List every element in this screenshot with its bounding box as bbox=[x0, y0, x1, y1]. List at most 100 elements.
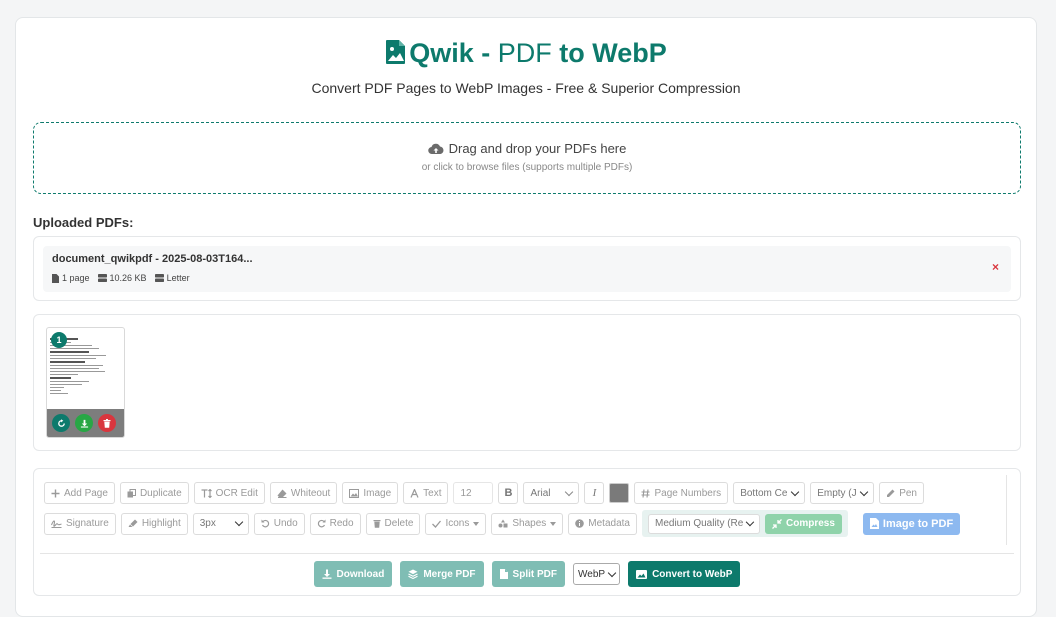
signature-icon bbox=[51, 520, 62, 528]
stroke-width-select[interactable]: 3px bbox=[192, 512, 249, 535]
trash-icon bbox=[103, 418, 111, 428]
shapes-dropdown[interactable]: Shapes bbox=[491, 512, 564, 535]
file-name: document_qwikpdf - 2025-08-03T164... bbox=[52, 253, 253, 265]
merge-pdf-button[interactable]: Merge PDF bbox=[400, 561, 484, 587]
highlighter-icon bbox=[128, 519, 138, 527]
italic-button[interactable]: I bbox=[584, 482, 605, 504]
download-label: Download bbox=[336, 568, 385, 580]
highlight-label: Highlight bbox=[141, 518, 181, 529]
merge-label: Merge PDF bbox=[423, 568, 476, 580]
info-circle-icon bbox=[575, 519, 585, 528]
icons-dropdown[interactable]: Icons bbox=[425, 512, 487, 535]
toolbar-row-2: Signature Highlight 3px Undo Redo Delete bbox=[44, 510, 961, 537]
chevron-down-icon bbox=[790, 487, 800, 496]
number-position-select[interactable]: Bottom Ce bbox=[733, 482, 806, 504]
font-size-input[interactable]: 12 bbox=[453, 482, 494, 504]
chevron-down-icon bbox=[859, 487, 869, 496]
text-button[interactable]: Text bbox=[403, 482, 449, 504]
toolbar-row-1: Add Page Duplicate OCR Edit Whiteout Ima… bbox=[44, 482, 924, 504]
uploaded-heading: Uploaded PDFs: bbox=[33, 215, 134, 230]
toolbar-divider bbox=[40, 553, 1014, 554]
file-icon bbox=[499, 569, 508, 579]
ocr-edit-button[interactable]: OCR Edit bbox=[193, 482, 265, 504]
pdf-dropzone[interactable]: Drag and drop your PDFs here or click to… bbox=[33, 122, 1021, 194]
file-list: document_qwikpdf - 2025-08-03T164... 1 p… bbox=[33, 236, 1021, 301]
title-dash: - bbox=[473, 38, 498, 68]
split-pdf-button[interactable]: Split PDF bbox=[491, 561, 565, 587]
font-select-value: Arial bbox=[530, 487, 551, 499]
page-numbers-button[interactable]: Page Numbers bbox=[634, 482, 729, 504]
image-to-pdf-button[interactable]: Image to PDF bbox=[862, 512, 961, 535]
quality-select[interactable]: Medium Quality (Re bbox=[647, 513, 760, 534]
download-button[interactable]: Download bbox=[313, 561, 393, 587]
delete-label: Delete bbox=[384, 518, 414, 529]
redo-button[interactable]: Redo bbox=[309, 512, 361, 535]
image-to-pdf-label: Image to PDF bbox=[882, 517, 954, 530]
duplicate-button[interactable]: Duplicate bbox=[119, 482, 189, 504]
download-icon bbox=[322, 569, 332, 579]
page-format-text: Letter bbox=[166, 273, 190, 283]
pages-grid: 1 bbox=[33, 314, 1021, 451]
metadata-label: Metadata bbox=[588, 518, 630, 529]
number-format-select[interactable]: Empty (J bbox=[810, 482, 875, 504]
rotate-page-button[interactable] bbox=[52, 414, 70, 432]
bold-button[interactable]: B bbox=[498, 482, 519, 504]
dropzone-subtext: or click to browse files (supports multi… bbox=[421, 162, 633, 173]
remove-file-button[interactable]: × bbox=[992, 260, 999, 274]
page-count: 1 page bbox=[52, 273, 90, 283]
delete-button[interactable]: Delete bbox=[365, 512, 421, 535]
editor-toolbar: Add Page Duplicate OCR Edit Whiteout Ima… bbox=[33, 468, 1021, 596]
file-size: 10.26 KB bbox=[97, 273, 147, 283]
stroke-width-value: 3px bbox=[199, 518, 216, 529]
page-title: Qwik - PDF to WebP bbox=[16, 38, 1036, 69]
redo-label: Redo bbox=[329, 518, 354, 529]
page-numbers-label: Page Numbers bbox=[654, 487, 722, 499]
file-item: document_qwikpdf - 2025-08-03T164... 1 p… bbox=[43, 246, 1011, 292]
shapes-label: Shapes bbox=[512, 518, 547, 529]
metadata-button[interactable]: Metadata bbox=[568, 512, 637, 535]
page-format: Letter bbox=[154, 273, 190, 283]
image-button[interactable]: Image bbox=[342, 482, 399, 504]
number-format-value: Empty (J bbox=[817, 487, 857, 499]
add-page-button[interactable]: Add Page bbox=[44, 482, 115, 504]
undo-button[interactable]: Undo bbox=[253, 512, 305, 535]
shapes-icon bbox=[498, 519, 508, 528]
compress-button[interactable]: Compress bbox=[764, 513, 842, 534]
rotate-icon bbox=[57, 418, 65, 427]
delete-page-button[interactable] bbox=[98, 414, 116, 432]
layer-group-icon bbox=[408, 569, 419, 579]
pen-icon bbox=[887, 489, 895, 497]
chevron-down-icon bbox=[746, 517, 755, 527]
page-thumbnail[interactable]: 1 bbox=[46, 327, 125, 438]
caret-down-icon bbox=[550, 521, 557, 526]
quality-select-value: Medium Quality (Re bbox=[654, 518, 744, 529]
output-format-select[interactable]: WebP bbox=[573, 563, 621, 585]
dropzone-text: Drag and drop your PDFs here bbox=[448, 141, 627, 156]
undo-label: Undo bbox=[273, 518, 298, 529]
compress-group: Medium Quality (Re Compress bbox=[641, 510, 848, 537]
icons-label: Icons bbox=[445, 518, 470, 529]
pen-button[interactable]: Pen bbox=[879, 482, 924, 504]
page-number-badge: 1 bbox=[51, 332, 67, 348]
copy-icon bbox=[127, 488, 136, 497]
dropzone-main: Drag and drop your PDFs here bbox=[34, 141, 1020, 156]
font-select[interactable]: Arial bbox=[523, 482, 580, 504]
split-label: Split PDF bbox=[512, 568, 557, 580]
signature-button[interactable]: Signature bbox=[44, 512, 116, 535]
image-label: Image bbox=[363, 487, 392, 499]
whiteout-button[interactable]: Whiteout bbox=[269, 482, 338, 504]
download-icon bbox=[80, 419, 88, 428]
text-height-icon bbox=[201, 488, 212, 498]
chevron-down-icon bbox=[234, 517, 243, 527]
trash-icon bbox=[373, 520, 381, 528]
download-page-button[interactable] bbox=[75, 414, 93, 432]
eraser-icon bbox=[277, 489, 287, 498]
image-icon bbox=[349, 488, 360, 498]
file-meta: 1 page 10.26 KB Letter bbox=[52, 273, 190, 283]
color-picker[interactable] bbox=[609, 483, 630, 503]
highlight-button[interactable]: Highlight bbox=[120, 512, 188, 535]
output-format-value: WebP bbox=[578, 568, 606, 580]
undo-icon bbox=[261, 519, 269, 528]
signature-label: Signature bbox=[66, 518, 109, 529]
convert-button[interactable]: Convert to WebP bbox=[628, 561, 741, 587]
